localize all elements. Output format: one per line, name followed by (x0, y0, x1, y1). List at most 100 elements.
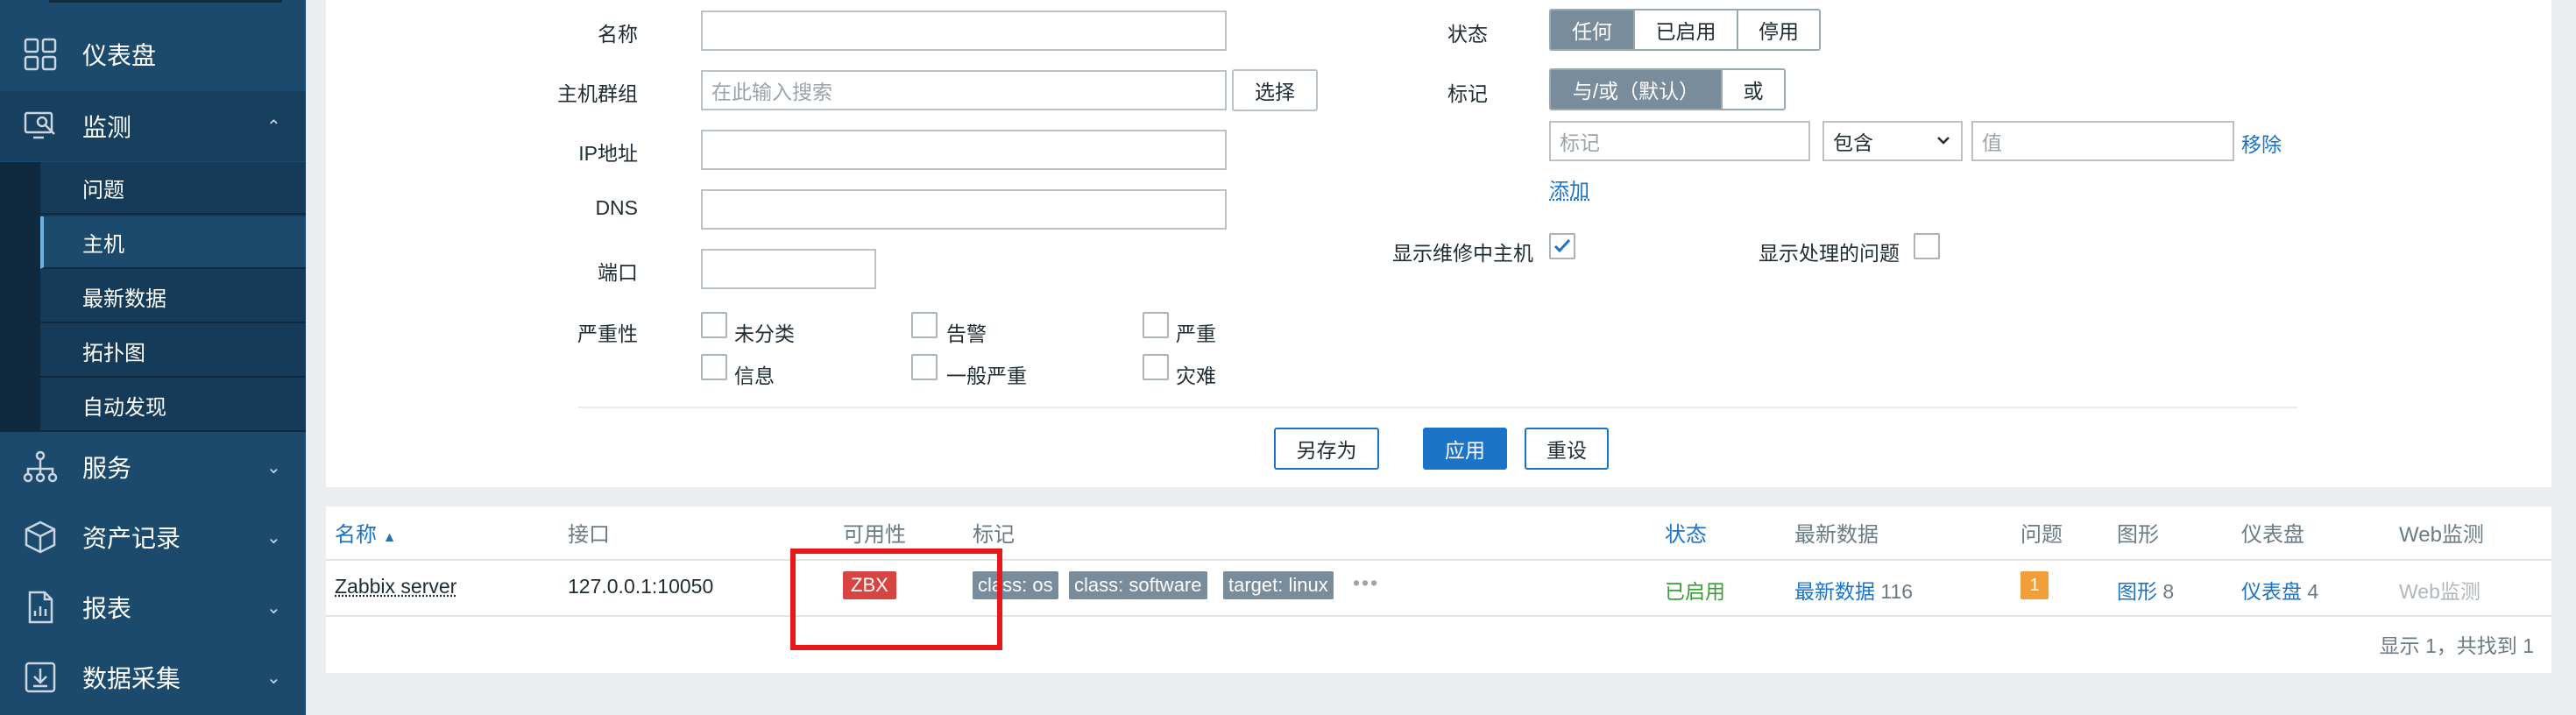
results-count: 显示 1，共找到 1 (2379, 634, 2534, 657)
tag-name-input[interactable]: 标记 (1549, 121, 1810, 161)
name-input[interactable] (701, 11, 1227, 51)
status-enabled-option[interactable]: 已启用 (1635, 11, 1738, 49)
column-header-interface: 接口 (568, 523, 610, 547)
chevron-down-icon: ⌄ (266, 457, 281, 478)
sidebar-top-divider (49, 0, 282, 3)
column-header-problems: 问题 (2020, 523, 2063, 547)
severity-average-label: 一般严重 (946, 365, 1027, 387)
port-input[interactable] (701, 249, 876, 289)
column-header-name-text: 名称 (335, 523, 377, 547)
hostgroup-search-input[interactable]: 在此输入搜索 (701, 70, 1227, 110)
nav-monitoring[interactable]: 监测 ⌃ (0, 91, 306, 161)
dns-input[interactable] (701, 189, 1227, 230)
column-header-latest-data: 最新数据 (1794, 523, 1879, 547)
status-any-option[interactable]: 任何 (1551, 11, 1635, 49)
severity-average-checkbox[interactable] (911, 354, 938, 380)
web-monitoring-disabled: Web监测 (2399, 580, 2480, 603)
save-as-button[interactable]: 另存为 (1274, 428, 1379, 470)
more-tags-icon[interactable]: ••• (1353, 571, 1379, 595)
tag-remove-link-text: 移除 (2241, 133, 2282, 156)
name-label-text: 名称 (598, 23, 638, 46)
monitoring-icon (23, 109, 58, 144)
sort-ascending-icon: ▲ (382, 530, 397, 545)
ip-input[interactable] (701, 130, 1227, 170)
tags-or-option[interactable]: 或 (1723, 70, 1784, 109)
severity-disaster-checkbox[interactable] (1143, 354, 1169, 380)
data-collection-icon (23, 660, 58, 695)
severity-information-checkbox[interactable] (701, 354, 727, 380)
host-filter-panel: 名称 主机群组 在此输入搜索 选择 IP地址 DNS 端口 严重性 未分类 告警… (326, 0, 2551, 487)
sidebar-item-discovery[interactable]: 自动发现 (40, 379, 306, 432)
select-hostgroup-button[interactable]: 选择 (1232, 69, 1318, 111)
status-disabled-option[interactable]: 停用 (1738, 11, 1819, 49)
nav-reports[interactable]: 报表 ⌄ (0, 572, 306, 642)
severity-high-checkbox[interactable] (1143, 312, 1169, 338)
nav-data-collection-label: 数据采集 (82, 665, 181, 692)
reset-button[interactable]: 重设 (1525, 428, 1609, 470)
nav-inventory-label: 资产记录 (82, 525, 181, 552)
graphs-link-text: 图形 (2117, 580, 2157, 603)
show-suppressed-checkbox[interactable] (1914, 233, 1940, 259)
show-maintenance-label-text: 显示维修中主机 (1392, 242, 1533, 265)
problems-count-badge[interactable]: 1 (2020, 571, 2049, 599)
status-label-text: 状态 (1447, 23, 1488, 46)
header-divider (326, 559, 2551, 561)
chevron-down-icon: ⌄ (266, 527, 281, 548)
nav-inventory[interactable]: 资产记录 ⌄ (0, 502, 306, 572)
checkmark-icon (1553, 238, 1571, 253)
severity-warning-checkbox[interactable] (911, 312, 938, 338)
chevron-up-icon: ⌃ (266, 117, 281, 137)
ip-label-text: IP地址 (578, 142, 638, 165)
port-label-text: 端口 (598, 261, 638, 284)
sidebar-item-hosts[interactable]: 主机 (40, 216, 306, 269)
column-header-graphs: 图形 (2117, 523, 2159, 547)
filter-divider (578, 407, 2297, 408)
tag-add-link[interactable]: 添加 (1549, 173, 1589, 203)
graphs-link[interactable]: 图形 8 (2117, 575, 2174, 605)
nav-services[interactable]: 服务 ⌄ (0, 432, 306, 502)
sidebar-item-latest-data[interactable]: 最新数据 (40, 271, 306, 323)
column-header-web: Web监测 (2399, 523, 2484, 547)
nav-dashboard-label: 仪表盘 (82, 42, 157, 69)
dashboards-link-text: 仪表盘 (2241, 580, 2302, 603)
chevron-down-icon: ⌄ (266, 598, 281, 618)
column-header-availability: 可用性 (843, 523, 906, 547)
show-suppressed-label-text: 显示处理的问题 (1759, 242, 1900, 265)
severity-not-classified-checkbox[interactable] (701, 312, 727, 338)
services-tree-icon (23, 450, 58, 485)
tag-badge: class: software (1069, 571, 1207, 599)
chevron-down-icon (1937, 137, 1950, 145)
tag-operator-select[interactable]: 包含 (1822, 121, 1963, 161)
latest-data-link-text: 最新数据 (1794, 580, 1875, 603)
graphs-count: 8 (2162, 580, 2175, 603)
host-status-enabled[interactable]: 已启用 (1665, 575, 1725, 605)
dashboards-link[interactable]: 仪表盘 4 (2241, 575, 2318, 605)
latest-data-count: 116 (1880, 580, 1914, 603)
dashboard-grid-icon (23, 37, 58, 72)
severity-disaster-label: 灾难 (1176, 365, 1216, 387)
nav-data-collection[interactable]: 数据采集 ⌄ (0, 642, 306, 712)
column-header-status[interactable]: 状态 (1665, 517, 1707, 548)
nav-dashboard[interactable]: 仪表盘 (0, 19, 306, 89)
column-header-name[interactable]: 名称 ▲ (335, 517, 397, 548)
tag-value-input[interactable]: 值 (1971, 121, 2234, 161)
chevron-down-icon: ⌄ (266, 668, 281, 688)
apply-button[interactable]: 应用 (1423, 428, 1507, 470)
reports-document-icon (23, 590, 58, 625)
column-header-tags: 标记 (973, 523, 1015, 547)
nav-reports-label: 报表 (82, 595, 132, 622)
row-divider (326, 615, 2551, 617)
dns-label-text: DNS (595, 196, 638, 219)
tags-and-or-option[interactable]: 与/或（默认） (1551, 70, 1723, 109)
tags-label-text: 标记 (1447, 82, 1488, 105)
tag-operator-value: 包含 (1833, 131, 1873, 154)
show-maintenance-checkbox[interactable] (1549, 233, 1575, 259)
sidebar: 仪表盘 监测 ⌃ 问题 主机 最新数据 拓扑图 自动发现 服务 ⌄ 资产记录 ⌄… (0, 0, 306, 715)
latest-data-link[interactable]: 最新数据 116 (1794, 575, 1913, 605)
nav-services-label: 服务 (82, 455, 132, 482)
host-name-link[interactable]: Zabbix server (335, 575, 456, 598)
severity-information-label: 信息 (734, 365, 775, 387)
sidebar-item-maps[interactable]: 拓扑图 (40, 325, 306, 378)
sidebar-item-problems[interactable]: 问题 (40, 162, 306, 215)
availability-highlight-box (790, 549, 1002, 650)
